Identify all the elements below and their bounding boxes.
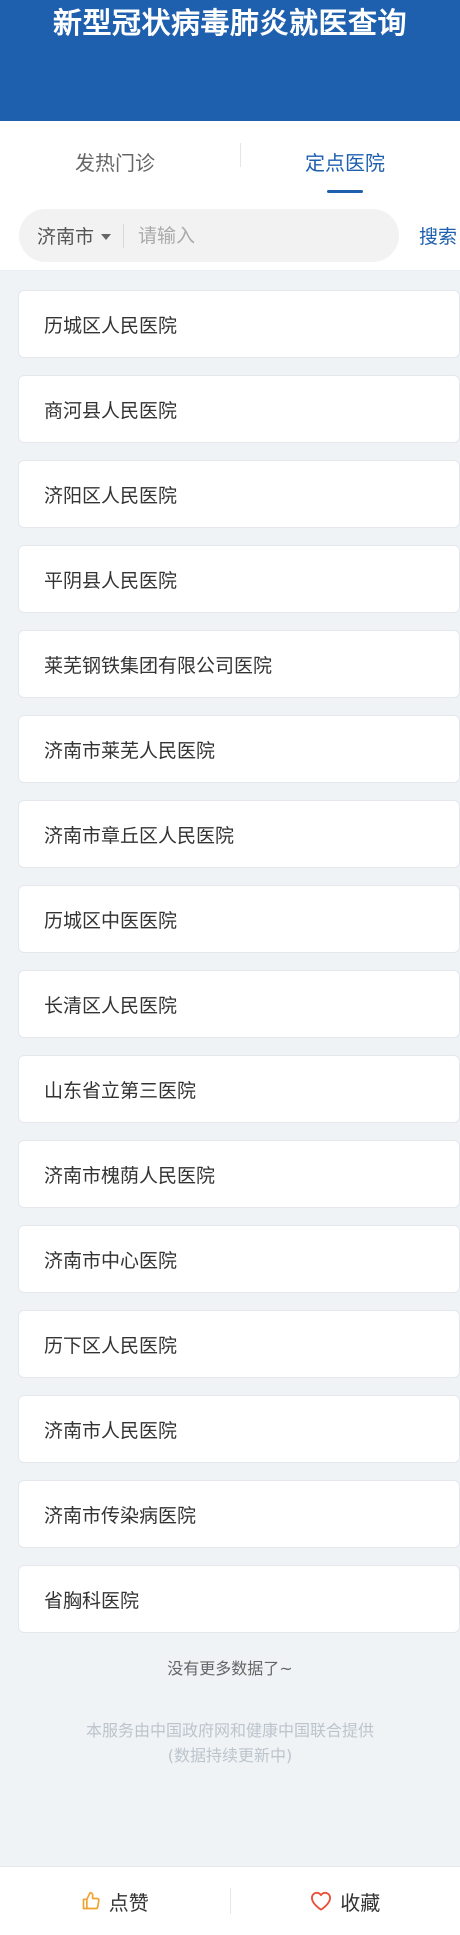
page-header: 新型冠状病毒肺炎就医查询 bbox=[0, 0, 460, 121]
page-title: 新型冠状病毒肺炎就医查询 bbox=[0, 0, 460, 46]
hospital-list-item[interactable]: 莱芜钢铁集团有限公司医院 bbox=[18, 630, 460, 698]
thumbs-up-icon bbox=[81, 1891, 101, 1911]
hospital-list-item[interactable]: 历下区人民医院 bbox=[18, 1310, 460, 1378]
search-box: 济南市 bbox=[19, 209, 399, 262]
footer-provider-text: 本服务由中国政府网和健康中国联合提供 bbox=[0, 1718, 460, 1743]
footer-note: 本服务由中国政府网和健康中国联合提供 (数据持续更新中) bbox=[0, 1718, 460, 1768]
search-bar: 济南市 搜索 bbox=[0, 201, 460, 271]
like-label: 点赞 bbox=[109, 1887, 149, 1916]
hospital-list-item[interactable]: 长清区人民医院 bbox=[18, 970, 460, 1038]
like-button[interactable]: 点赞 bbox=[0, 1887, 230, 1916]
hospital-list: 历城区人民医院商河县人民医院济阳区人民医院平阴县人民医院莱芜钢铁集团有限公司医院… bbox=[0, 271, 460, 1633]
hospital-list-item[interactable]: 济南市槐荫人民医院 bbox=[18, 1140, 460, 1208]
favorite-button[interactable]: 收藏 bbox=[231, 1887, 460, 1916]
hospital-list-item[interactable]: 济南市章丘区人民医院 bbox=[18, 800, 460, 868]
favorite-label: 收藏 bbox=[340, 1887, 380, 1916]
hospital-list-item[interactable]: 山东省立第三医院 bbox=[18, 1055, 460, 1123]
bottom-bar: 点赞 收藏 bbox=[0, 1866, 460, 1935]
heart-icon bbox=[310, 1891, 332, 1911]
caret-down-icon bbox=[101, 234, 111, 240]
tab-designated-hospitals[interactable]: 定点医院 bbox=[230, 121, 460, 201]
search-button[interactable]: 搜索 bbox=[419, 222, 457, 249]
search-input[interactable] bbox=[136, 224, 370, 248]
hospital-list-item[interactable]: 济阳区人民医院 bbox=[18, 460, 460, 528]
city-label: 济南市 bbox=[37, 222, 94, 249]
hospital-list-item[interactable]: 平阴县人民医院 bbox=[18, 545, 460, 613]
search-divider bbox=[123, 224, 124, 248]
tab-bar: 发热门诊 定点医院 bbox=[0, 121, 460, 201]
hospital-list-item[interactable]: 历城区人民医院 bbox=[18, 290, 460, 358]
tab-fever-clinic[interactable]: 发热门诊 bbox=[0, 121, 230, 201]
hospital-list-item[interactable]: 商河县人民医院 bbox=[18, 375, 460, 443]
city-selector[interactable]: 济南市 bbox=[37, 222, 111, 249]
no-more-text: 没有更多数据了~ bbox=[0, 1655, 460, 1679]
hospital-list-item[interactable]: 济南市人民医院 bbox=[18, 1395, 460, 1463]
hospital-list-item[interactable]: 济南市莱芜人民医院 bbox=[18, 715, 460, 783]
footer-update-text: (数据持续更新中) bbox=[0, 1743, 460, 1768]
hospital-list-item[interactable]: 历城区中医医院 bbox=[18, 885, 460, 953]
hospital-list-item[interactable]: 济南市中心医院 bbox=[18, 1225, 460, 1293]
hospital-list-item[interactable]: 省胸科医院 bbox=[18, 1565, 460, 1633]
hospital-list-item[interactable]: 济南市传染病医院 bbox=[18, 1480, 460, 1548]
